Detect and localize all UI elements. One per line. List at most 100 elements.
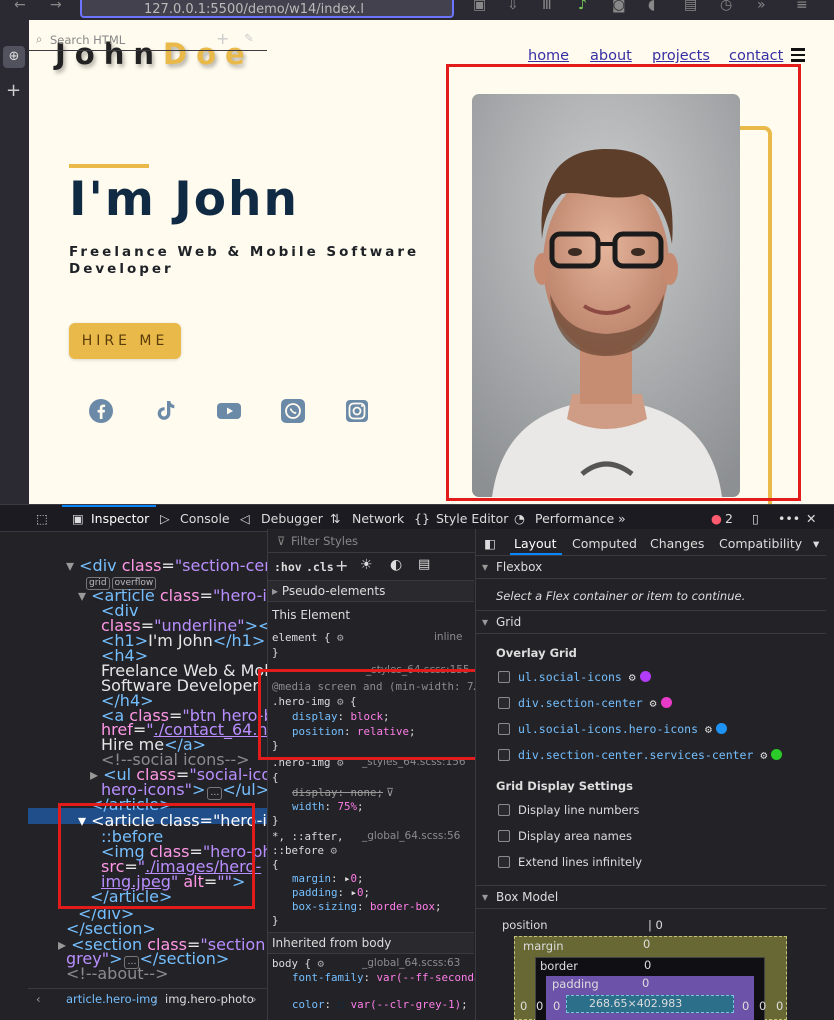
bm-padding-right[interactable]: 0 xyxy=(742,999,749,1013)
overlay-checkbox-3[interactable] xyxy=(498,723,510,735)
tab-debugger[interactable]: Debugger xyxy=(261,511,323,526)
nav-home[interactable]: home xyxy=(528,48,569,64)
search-html-input[interactable]: Search HTML xyxy=(50,33,125,47)
filter-styles-input[interactable]: Filter Styles xyxy=(291,534,358,548)
library-icon[interactable]: Ⅲ xyxy=(542,0,552,13)
devtools-options-icon[interactable]: ••• xyxy=(778,511,800,526)
breadcrumb-item-1[interactable]: article.hero-img xyxy=(66,992,158,1006)
add-icon[interactable]: + xyxy=(6,80,21,101)
whatsapp-icon[interactable] xyxy=(280,398,306,424)
extension-icon[interactable]: ▣ xyxy=(473,0,486,13)
tab-changes[interactable]: Changes xyxy=(650,536,704,551)
decl-margin[interactable]: margin: ▸0; xyxy=(292,872,364,885)
instagram-icon[interactable] xyxy=(344,398,370,424)
eyedropper-icon[interactable]: ✎ xyxy=(244,31,254,45)
close-devtools-icon[interactable]: ✕ xyxy=(806,511,816,526)
breadcrumb-left-icon[interactable]: ‹ xyxy=(36,992,41,1006)
overlay-item-4[interactable]: div.section-center.services-center ⚙ xyxy=(518,748,783,762)
forward-icon[interactable]: → xyxy=(50,0,62,13)
color-swatch-1[interactable] xyxy=(639,671,651,682)
overlay-checkbox-1[interactable] xyxy=(498,671,510,683)
hamburger-menu-icon[interactable] xyxy=(791,48,805,65)
tab-layout[interactable]: Layout xyxy=(514,536,557,551)
rule-source-4[interactable]: _global_64.scss:63 xyxy=(362,957,460,969)
more-tabs-icon[interactable]: » xyxy=(618,511,626,526)
back-icon[interactable]: ← xyxy=(14,0,26,13)
setting-checkbox-1[interactable] xyxy=(498,804,510,816)
hire-me-button[interactable]: HIRE ME xyxy=(69,323,181,359)
url-bar[interactable]: 127.0.0.1:5500/demo/w14/index.l xyxy=(80,0,454,18)
breadcrumb-right-icon[interactable]: › xyxy=(252,992,257,1006)
bm-padding-box[interactable]: padding 0 268.65×402.983 xyxy=(546,976,754,1020)
overlay-checkbox-4[interactable] xyxy=(498,749,510,761)
bm-padding-top[interactable]: 0 xyxy=(642,976,649,990)
timer-icon[interactable]: ◷ xyxy=(720,0,732,13)
bm-margin-left[interactable]: 0 xyxy=(520,999,527,1013)
cls-toggle[interactable]: .cls xyxy=(306,560,334,574)
music-icon[interactable]: ♪ xyxy=(578,0,587,13)
overlay-item-3[interactable]: ul.social-icons.hero-icons ⚙ xyxy=(518,722,727,736)
body-rule[interactable]: body { ⚙ xyxy=(272,957,324,970)
rule-source-3[interactable]: _global_64.scss:56 xyxy=(362,830,460,842)
filter-property-icon[interactable]: ⊽ xyxy=(386,786,394,799)
breadcrumb-item-2[interactable]: img.hero-photo xyxy=(165,992,254,1006)
decl-color[interactable]: color: ◯ var(--clr-grey-1); xyxy=(292,998,468,1011)
color-swatch-2[interactable] xyxy=(660,697,672,708)
bm-border-right[interactable]: 0 xyxy=(759,999,766,1013)
sound-icon[interactable]: ◖ xyxy=(648,0,655,13)
tab-console[interactable]: Console xyxy=(180,511,230,526)
screenshot-icon[interactable]: ▤ xyxy=(684,0,697,13)
color-swatch-4[interactable] xyxy=(771,749,783,760)
tiktok-icon[interactable] xyxy=(152,398,178,424)
facebook-icon[interactable] xyxy=(88,398,114,424)
bm-content-box[interactable]: 268.65×402.983 xyxy=(566,995,734,1013)
nav-projects[interactable]: projects xyxy=(652,48,710,64)
tab-compatibility[interactable]: Compatibility xyxy=(719,536,802,551)
overlay-item-1[interactable]: ul.social-icons ⚙ xyxy=(518,670,651,684)
responsive-mode-icon[interactable]: ▯ xyxy=(752,511,759,526)
decl-padding[interactable]: padding: ▸0; xyxy=(292,886,370,899)
bm-margin-top[interactable]: 0 xyxy=(643,937,650,951)
print-media-icon[interactable]: ▤ xyxy=(418,557,430,572)
nav-about[interactable]: about xyxy=(590,48,632,64)
error-icon[interactable]: ● xyxy=(711,511,722,526)
light-theme-icon[interactable]: ☀ xyxy=(360,557,373,573)
setting-checkbox-2[interactable] xyxy=(498,830,510,842)
overlay-item-2[interactable]: div.section-center ⚙ xyxy=(518,696,672,710)
chevron-down-icon[interactable]: ▾ xyxy=(813,536,819,551)
overlay-checkbox-2[interactable] xyxy=(498,697,510,709)
bm-margin-right[interactable]: 0 xyxy=(776,999,783,1013)
universal-selector-2[interactable]: ::before ⚙ xyxy=(272,844,337,857)
bm-border-left[interactable]: 0 xyxy=(536,999,543,1013)
bm-border-top[interactable]: 0 xyxy=(644,958,651,972)
bm-position-value[interactable]: | 0 xyxy=(648,918,663,932)
add-rule-icon[interactable]: + xyxy=(335,556,348,575)
decl-width[interactable]: width: 75%; xyxy=(292,800,364,813)
decl-display-none[interactable]: display: none; xyxy=(292,786,383,799)
globe-icon[interactable]: ⊕ xyxy=(3,46,25,68)
bm-padding-left[interactable]: 0 xyxy=(553,999,560,1013)
decl-box-sizing[interactable]: box-sizing: border-box; xyxy=(292,900,442,913)
bm-border-box[interactable]: border 0 padding 0 268.65×402.983 xyxy=(535,957,765,1020)
tab-network[interactable]: Network xyxy=(352,511,404,526)
bm-content-size[interactable]: 268.65×402.983 xyxy=(589,997,682,1010)
overflow-chevrons-icon[interactable]: » xyxy=(757,0,766,13)
box-model-section-header[interactable]: ▾ Box Model xyxy=(476,885,826,909)
hov-toggle[interactable]: :hov xyxy=(274,560,302,574)
menu-icon[interactable]: ≡ xyxy=(796,0,808,13)
dark-theme-icon[interactable]: ◐ xyxy=(390,557,402,573)
tab-style-editor[interactable]: Style Editor xyxy=(436,511,508,526)
mask-icon[interactable]: ◙ xyxy=(612,0,626,13)
downloads-icon[interactable]: ⇩ xyxy=(507,0,519,13)
element-picker-icon[interactable]: ⬚ xyxy=(36,511,48,526)
element-rule[interactable]: element { ⚙ xyxy=(272,631,344,644)
add-node-icon[interactable]: + xyxy=(216,29,229,48)
setting-checkbox-3[interactable] xyxy=(498,856,510,868)
layout-panel-icon[interactable]: ◧ xyxy=(484,536,496,551)
tab-computed[interactable]: Computed xyxy=(572,536,637,551)
tab-performance[interactable]: Performance xyxy=(535,511,614,526)
nav-contact[interactable]: contact xyxy=(729,48,783,64)
youtube-icon[interactable] xyxy=(216,398,242,424)
flexbox-section-header[interactable]: ▾ Flexbox xyxy=(476,555,826,579)
color-swatch-3[interactable] xyxy=(715,723,727,734)
